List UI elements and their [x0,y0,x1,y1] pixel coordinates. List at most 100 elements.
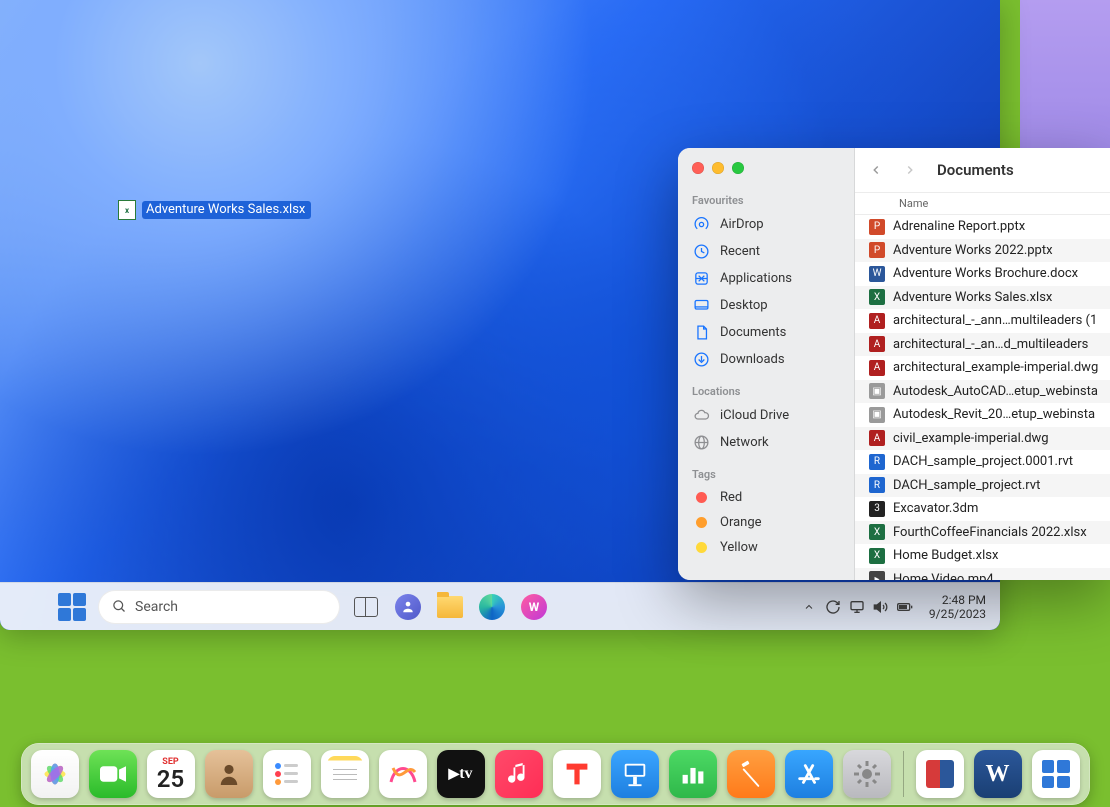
windows-update-button[interactable] [825,599,841,615]
desktop-file-adventure-works-sales[interactable]: x Adventure Works Sales.xlsx [118,200,311,220]
close-button[interactable] [692,162,704,174]
file-row[interactable]: ▸Home Video.mp4 [855,568,1110,581]
overflow-tray-button[interactable] [801,599,817,615]
nav-back-button[interactable] [869,163,891,177]
dock-app-photos[interactable] [31,750,79,798]
sidebar-item-applications[interactable]: Applications [678,265,854,292]
chevron-left-icon [869,163,883,177]
file-row[interactable]: PAdrenaline Report.pptx [855,215,1110,239]
dock-app-contacts[interactable] [205,750,253,798]
sidebar-item-network[interactable]: Network [678,429,854,456]
finder-title: Documents [937,161,1014,179]
dock-app-tv[interactable]: ▶tv [437,750,485,798]
dock-container: SEP 25 ▶tv [0,743,1110,805]
sidebar-item-downloads[interactable]: Downloads [678,346,854,373]
sidebar-tag-orange[interactable]: Orange [678,510,854,535]
parallels-icon [926,760,954,788]
sidebar-item-icloud[interactable]: iCloud Drive [678,402,854,429]
taskbar-time: 2:48 PM [929,593,986,607]
tag-dot-icon [696,517,707,528]
calendar-day: 25 [157,767,184,791]
dock-app-news[interactable] [553,750,601,798]
file-row[interactable]: PAdventure Works 2022.pptx [855,239,1110,263]
dock-app-numbers[interactable] [669,750,717,798]
dock-app-calendar[interactable]: SEP 25 [147,750,195,798]
dock-app-system-settings[interactable] [843,750,891,798]
numbers-icon [680,761,706,787]
edge-button[interactable] [472,587,512,627]
sidebar-tag-yellow[interactable]: Yellow [678,535,854,560]
rvt-icon: R [869,454,885,470]
volume-tray-button[interactable] [873,599,889,615]
reminders-icon [272,759,302,789]
dock-app-facetime[interactable] [89,750,137,798]
fullscreen-button[interactable] [732,162,744,174]
taskbar-search[interactable]: Search [98,590,340,624]
network-tray-button[interactable] [849,599,865,615]
chevron-up-icon [803,601,815,613]
file-row[interactable]: Aarchitectural_-_an…d_multileaders [855,333,1110,357]
file-row[interactable]: R DACH_sample_project.rvt [855,474,1110,498]
rvt-icon: R [869,477,885,493]
sidebar-item-documents[interactable]: Documents [678,319,854,346]
dock-app-notes[interactable] [321,750,369,798]
file-row[interactable]: Aarchitectural_example-imperial.dwg [855,356,1110,380]
dmg-icon: ▣ [869,383,885,399]
dock-app-music[interactable] [495,750,543,798]
sidebar-item-recent[interactable]: Recent [678,238,854,265]
search-placeholder: Search [135,599,178,615]
dock-separator [903,751,904,797]
sidebar-item-airdrop[interactable]: AirDrop [678,211,854,238]
file-name: Adventure Works Sales.xlsx [893,290,1052,305]
dock-app-reminders[interactable] [263,750,311,798]
file-row[interactable]: ▣Autodesk_Revit_20…etup_webinsta [855,403,1110,427]
column-header-name[interactable]: Name [855,193,1110,215]
file-row[interactable]: Acivil_example-imperial.dwg [855,427,1110,451]
file-row[interactable]: WAdventure Works Brochure.docx [855,262,1110,286]
notes-icon [327,756,363,792]
minimize-button[interactable] [712,162,724,174]
windows-logo-icon [58,593,86,621]
battery-tray-button[interactable] [897,599,913,615]
sidebar-item-desktop[interactable]: Desktop [678,292,854,319]
nav-forward-button[interactable] [903,163,925,177]
file-row[interactable]: XAdventure Works Sales.xlsx [855,286,1110,310]
dock-app-app-store[interactable] [785,750,833,798]
dock-app-keynote[interactable] [611,750,659,798]
file-name: architectural_example-imperial.dwg [893,360,1098,375]
wps-button[interactable]: W [514,587,554,627]
pptx-icon: P [869,219,885,235]
dock-app-pages[interactable] [727,750,775,798]
sidebar-tag-red[interactable]: Red [678,485,854,510]
finder-main: Documents Name PAdrenaline Report.pptxPA… [855,148,1110,580]
file-name: DACH_sample_project.rvt [893,478,1040,493]
task-view-button[interactable] [346,587,386,627]
file-explorer-button[interactable] [430,587,470,627]
file-name: DACH_sample_project.0001.rvt [893,454,1073,469]
photos-icon [40,759,70,789]
dwg-icon: A [869,336,885,352]
sidebar-item-label: Desktop [720,298,768,313]
dock-app-windows-apps[interactable] [1032,750,1080,798]
teams-button[interactable] [388,587,428,627]
taskbar-date: 9/25/2023 [929,607,986,621]
start-button[interactable] [58,587,98,627]
dock-app-parallels[interactable] [916,750,964,798]
dock-app-word[interactable]: W [974,750,1022,798]
file-row[interactable]: Aarchitectural_-_ann…multileaders (1 [855,309,1110,333]
finder-window[interactable]: Favourites AirDrop Recent Applications Desk… [678,148,1110,580]
sidebar-section-favourites-label: Favourites [678,182,854,211]
file-row[interactable]: 3Excavator.3dm [855,497,1110,521]
file-row[interactable]: R DACH_sample_project.0001.rvt [855,450,1110,474]
dock-app-freeform[interactable] [379,750,427,798]
windows-apps-icon [1042,760,1070,788]
taskbar-clock[interactable]: 2:48 PM 9/25/2023 [929,593,986,621]
documents-icon [692,324,710,341]
file-name: Autodesk_Revit_20…etup_webinsta [893,407,1095,422]
file-row[interactable]: XHome Budget.xlsx [855,544,1110,568]
file-row[interactable]: XFourthCoffeeFinancials 2022.xlsx [855,521,1110,545]
file-name: Home Budget.xlsx [893,548,998,563]
edge-icon [479,594,505,620]
sidebar-item-label: Recent [720,244,760,259]
file-row[interactable]: ▣Autodesk_AutoCAD…etup_webinsta [855,380,1110,404]
